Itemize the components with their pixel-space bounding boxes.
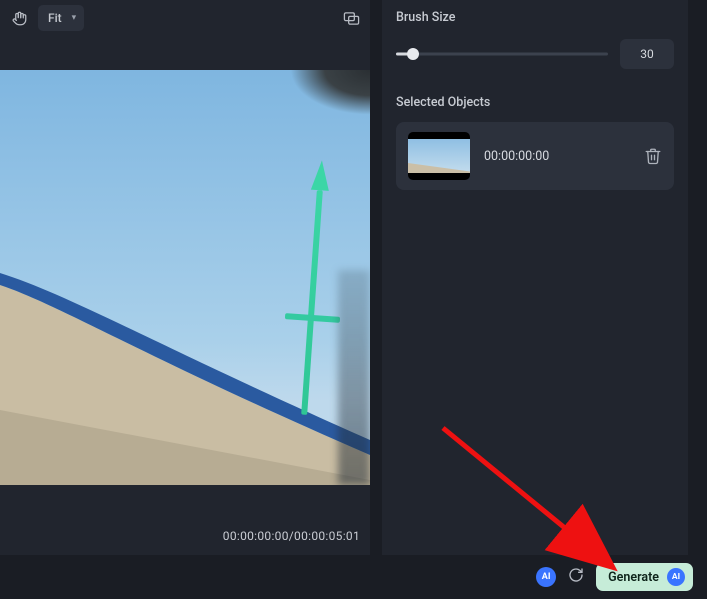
selected-objects-label: Selected Objects: [396, 95, 674, 110]
object-thumbnail: [408, 132, 470, 180]
compare-button[interactable]: [338, 5, 364, 31]
hand-icon: [12, 11, 27, 26]
video-frame: [0, 70, 370, 485]
trash-icon: [644, 147, 662, 165]
delete-object-button[interactable]: [644, 147, 662, 165]
refresh-button[interactable]: [568, 567, 584, 587]
brush-size-slider[interactable]: [396, 44, 608, 64]
generate-label: Generate: [608, 570, 659, 585]
compare-icon: [343, 10, 360, 27]
zoom-value: Fit: [48, 11, 62, 25]
bottom-bar: AI Generate AI: [0, 555, 707, 599]
chevron-down-icon: ▾: [72, 13, 77, 23]
video-viewport[interactable]: [0, 70, 370, 485]
selected-object-item[interactable]: 00:00:00:00: [396, 122, 674, 190]
generate-button[interactable]: Generate AI: [596, 563, 693, 591]
slider-thumb[interactable]: [407, 48, 419, 60]
preview-toolbar: Fit ▾: [0, 0, 370, 36]
ai-badge[interactable]: AI: [536, 567, 556, 587]
refresh-icon: [568, 567, 584, 583]
brush-size-label: Brush Size: [396, 10, 674, 25]
time-readout: 00:00:00:00/00:00:05:01: [0, 515, 370, 555]
object-timestamp: 00:00:00:00: [484, 149, 630, 164]
properties-panel: Brush Size 30 Selected Objects 00:00:00:…: [382, 0, 688, 555]
hand-tool-button[interactable]: [6, 5, 32, 31]
preview-panel: Fit ▾ 00:00:00:00/00:00:05:01: [0, 0, 370, 555]
brush-size-value[interactable]: 30: [620, 39, 674, 69]
zoom-select[interactable]: Fit ▾: [38, 5, 84, 31]
ai-icon: AI: [667, 568, 685, 586]
